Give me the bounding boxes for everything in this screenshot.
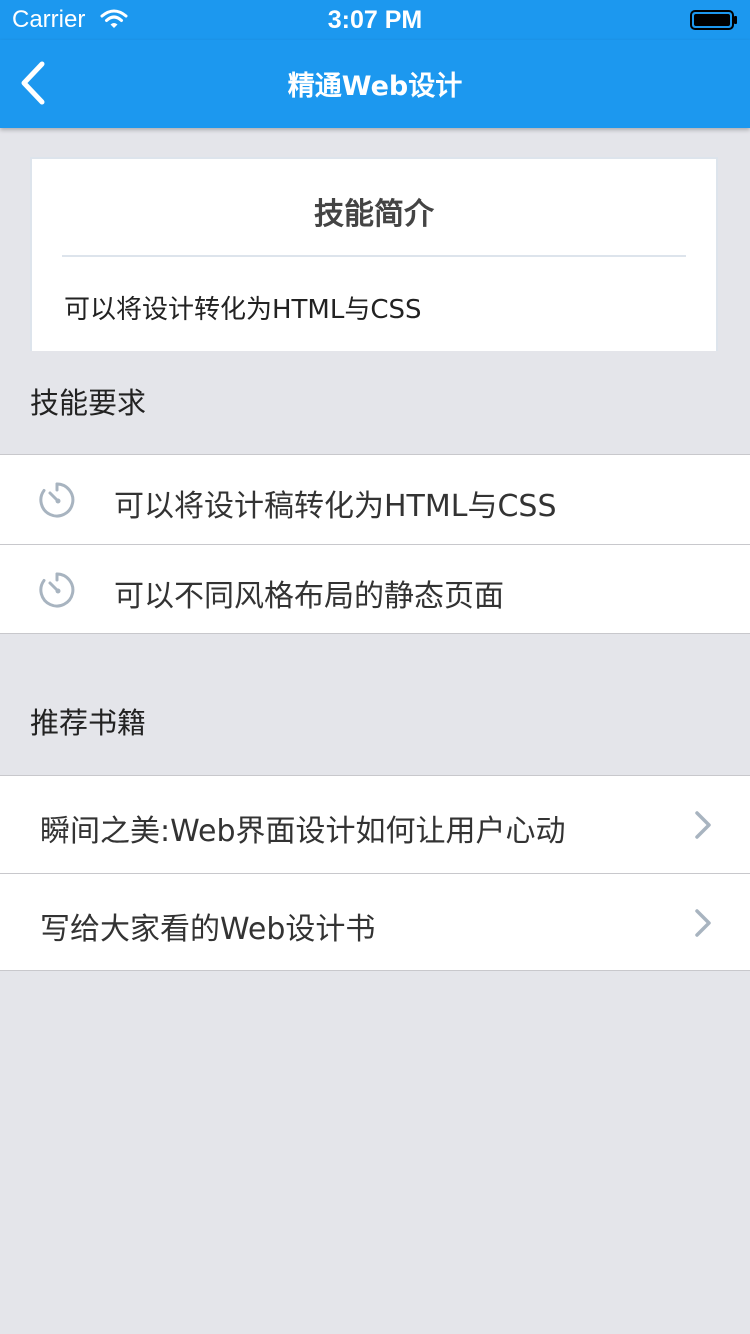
book-item[interactable]: 瞬间之美:Web界面设计如何让用户心动 [0, 776, 750, 873]
book-title: 瞬间之美:Web界面设计如何让用户心动 [40, 814, 566, 849]
book-item[interactable]: 写给大家看的Web设计书 [0, 873, 750, 970]
timer-icon [39, 482, 75, 518]
intro-divider [62, 255, 686, 257]
intro-text: 可以将设计转化为HTML与CSS [64, 295, 422, 325]
status-bar: Carrier 3:07 PM [0, 0, 750, 40]
timer-icon [39, 572, 75, 608]
intro-card: 技能简介 可以将设计转化为HTML与CSS [30, 157, 718, 351]
intro-title: 技能简介 [314, 197, 434, 232]
requirement-item: 可以将设计稿转化为HTML与CSS [0, 455, 750, 544]
chevron-right-icon [695, 811, 711, 839]
clock: 3:07 PM [327, 6, 423, 34]
books-list: 瞬间之美:Web界面设计如何让用户心动 写给大家看的Web设计书 [0, 775, 750, 971]
chevron-right-icon [695, 909, 711, 937]
requirement-label: 可以将设计稿转化为HTML与CSS [114, 489, 557, 524]
battery-icon [690, 10, 737, 30]
page-title: 精通Web设计 [287, 71, 463, 102]
nav-bar: 精通Web设计 [0, 40, 750, 128]
requirements-heading: 技能要求 [30, 386, 147, 420]
requirement-label: 可以不同风格布局的静态页面 [114, 579, 504, 614]
books-heading: 推荐书籍 [30, 706, 147, 740]
requirement-item: 可以不同风格布局的静态页面 [0, 544, 750, 633]
book-title: 写给大家看的Web设计书 [40, 912, 376, 947]
requirements-list: 可以将设计稿转化为HTML与CSS 可以不同风格布局的静态页面 [0, 454, 750, 634]
